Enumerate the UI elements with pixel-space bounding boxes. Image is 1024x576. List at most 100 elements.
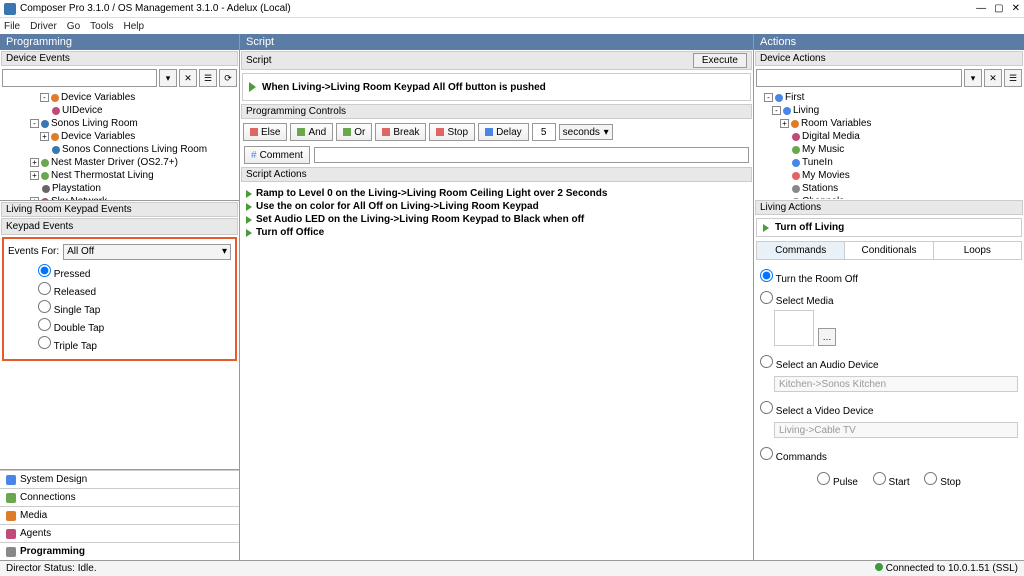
- media-browse-button[interactable]: …: [818, 328, 836, 346]
- device-actions-label: Device Actions: [755, 51, 1023, 66]
- comment-input[interactable]: [314, 147, 749, 163]
- script-actions-list[interactable]: Ramp to Level 0 on the Living->Living Ro…: [240, 183, 753, 243]
- tab-conditionals[interactable]: Conditionals: [845, 242, 933, 259]
- opt-start[interactable]: Start: [873, 474, 910, 491]
- radio-pressed[interactable]: Pressed: [38, 263, 231, 281]
- script-action[interactable]: Ramp to Level 0 on the Living->Living Ro…: [246, 187, 747, 200]
- menu-go[interactable]: Go: [67, 21, 80, 32]
- opt-select-media[interactable]: Select Media: [760, 288, 1018, 310]
- tab-system-design[interactable]: System Design: [0, 470, 239, 488]
- tree-node[interactable]: -Sonos Living Room: [8, 117, 237, 130]
- tree-node[interactable]: Playstation: [8, 182, 237, 195]
- tree-node[interactable]: Channels: [762, 195, 1022, 199]
- tab-programming[interactable]: Programming: [0, 542, 239, 560]
- audio-select[interactable]: Kitchen->Sonos Kitchen: [774, 376, 1018, 392]
- tab-agents[interactable]: Agents: [0, 524, 239, 542]
- break-button[interactable]: Break: [375, 123, 426, 141]
- menu-file[interactable]: File: [4, 21, 20, 32]
- tree-node[interactable]: +Room Variables: [762, 117, 1022, 130]
- tab-media[interactable]: Media: [0, 506, 239, 524]
- tree-node[interactable]: +Device Variables: [8, 130, 237, 143]
- menu-tools[interactable]: Tools: [90, 21, 113, 32]
- opt-select-audio[interactable]: Select an Audio Device: [760, 352, 1018, 374]
- tree-node[interactable]: -First: [762, 91, 1022, 104]
- delay-button[interactable]: Delay: [478, 123, 529, 141]
- filter-button[interactable]: ☰: [199, 69, 217, 87]
- actions-clear-button[interactable]: ✕: [984, 69, 1002, 87]
- app-icon: [4, 3, 16, 15]
- tab-connections[interactable]: Connections: [0, 488, 239, 506]
- delay-value-input[interactable]: [532, 123, 556, 141]
- tree-node[interactable]: UIDevice: [8, 104, 237, 117]
- prog-controls-label: Programming Controls: [241, 104, 752, 119]
- tree-node[interactable]: TuneIn: [762, 156, 1022, 169]
- menu-help[interactable]: Help: [124, 21, 145, 32]
- opt-turn-off[interactable]: Turn the Room Off: [760, 266, 1018, 288]
- script-sub: Script Execute: [241, 51, 752, 70]
- tree-node[interactable]: -Living: [762, 104, 1022, 117]
- clear-button[interactable]: ✕: [179, 69, 197, 87]
- delay-unit-combo[interactable]: seconds▾: [559, 124, 613, 140]
- and-button[interactable]: And: [290, 123, 333, 141]
- opt-stop[interactable]: Stop: [924, 474, 960, 491]
- turn-off-living-action[interactable]: Turn off Living: [756, 218, 1022, 237]
- maximize-button[interactable]: ▢: [994, 3, 1003, 14]
- radio-triple-tap[interactable]: Triple Tap: [38, 335, 231, 353]
- living-actions-label: Living Actions: [755, 200, 1023, 215]
- video-select[interactable]: Living->Cable TV: [774, 422, 1018, 438]
- media-thumb: [774, 310, 814, 346]
- script-actions-label: Script Actions: [241, 167, 752, 182]
- radio-single-tap[interactable]: Single Tap: [38, 299, 231, 317]
- actions-search[interactable]: [756, 69, 962, 87]
- execute-button[interactable]: Execute: [693, 53, 747, 68]
- tab-commands[interactable]: Commands: [757, 242, 845, 259]
- actions-filter-button[interactable]: ☰: [1004, 69, 1022, 87]
- or-button[interactable]: Or: [336, 123, 372, 141]
- device-events-label: Device Events: [1, 51, 238, 66]
- tree-node[interactable]: -Device Variables: [8, 91, 237, 104]
- script-header: Script: [240, 34, 753, 50]
- tree-node[interactable]: My Music: [762, 143, 1022, 156]
- arrow-icon: [249, 82, 256, 92]
- refresh-button[interactable]: ⟳: [219, 69, 237, 87]
- script-action[interactable]: Turn off Office: [246, 226, 747, 239]
- comment-button[interactable]: #Comment: [244, 146, 310, 164]
- nav-tabs: System DesignConnectionsMediaAgentsProgr…: [0, 469, 239, 560]
- script-action[interactable]: Set Audio LED on the Living->Living Room…: [246, 213, 747, 226]
- radio-double-tap[interactable]: Double Tap: [38, 317, 231, 335]
- window-title: Composer Pro 3.1.0 / OS Management 3.1.0…: [20, 3, 291, 14]
- events-for-label: Events For:: [8, 246, 59, 257]
- tree-node[interactable]: Sonos Connections Living Room: [8, 143, 237, 156]
- script-action[interactable]: Use the on color for All Off on Living->…: [246, 200, 747, 213]
- actions-header: Actions: [754, 34, 1024, 50]
- script-title: When Living->Living Room Keypad All Off …: [262, 82, 546, 93]
- events-header: Living Room Keypad Events: [1, 202, 238, 217]
- actions-tree[interactable]: -First-Living+Room VariablesDigital Medi…: [754, 89, 1024, 199]
- keypad-events-label: Keypad Events: [1, 218, 238, 235]
- else-button[interactable]: Else: [243, 123, 287, 141]
- stop-button[interactable]: Stop: [429, 123, 475, 141]
- tree-node[interactable]: Stations: [762, 182, 1022, 195]
- tree-node[interactable]: +Nest Master Driver (OS2.7+): [8, 156, 237, 169]
- tree-node[interactable]: +Nest Thermostat Living: [8, 169, 237, 182]
- close-button[interactable]: ✕: [1012, 3, 1020, 14]
- tree-node[interactable]: Digital Media: [762, 130, 1022, 143]
- device-tree[interactable]: -Device VariablesUIDevice-Sonos Living R…: [0, 89, 239, 200]
- events-for-combo[interactable]: All Off▾: [63, 244, 231, 260]
- dropdown-button[interactable]: ▾: [159, 69, 177, 87]
- device-events-search[interactable]: [2, 69, 157, 87]
- opt-commands[interactable]: Commands: [760, 444, 1018, 466]
- tab-loops[interactable]: Loops: [934, 242, 1021, 259]
- status-right: Connected to 10.0.1.51 (SSL): [875, 563, 1018, 574]
- arrow-icon: [763, 224, 769, 232]
- menubar: File Driver Go Tools Help: [0, 18, 1024, 34]
- opt-select-video[interactable]: Select a Video Device: [760, 398, 1018, 420]
- programming-header: Programming: [0, 34, 239, 50]
- menu-driver[interactable]: Driver: [30, 21, 57, 32]
- radio-released[interactable]: Released: [38, 281, 231, 299]
- tree-node[interactable]: My Movies: [762, 169, 1022, 182]
- minimize-button[interactable]: —: [976, 3, 986, 14]
- opt-pulse[interactable]: Pulse: [817, 474, 858, 491]
- status-left: Director Status: Idle.: [6, 563, 97, 574]
- actions-dropdown-button[interactable]: ▾: [964, 69, 982, 87]
